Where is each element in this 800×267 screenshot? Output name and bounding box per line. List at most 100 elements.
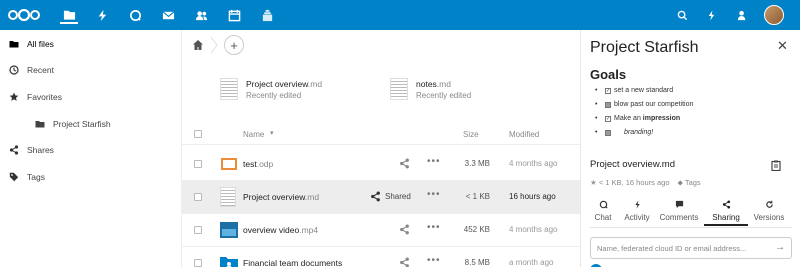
row-checkbox[interactable] (194, 259, 202, 267)
tab-comments[interactable]: Comments (657, 200, 701, 226)
favorite-star-icon[interactable]: ★ (590, 178, 597, 187)
name-column-header[interactable]: Name (243, 130, 264, 139)
talk-app-icon[interactable] (126, 6, 144, 24)
contacts-app-icon[interactable] (192, 6, 210, 24)
row-checkbox[interactable] (194, 160, 202, 168)
user-avatar[interactable] (764, 5, 784, 25)
row-checkbox[interactable] (194, 193, 202, 201)
share-icon (704, 200, 748, 211)
file-size: 8.5 MB (464, 258, 490, 267)
recent-file-card[interactable]: notes.md Recently edited (390, 76, 550, 106)
arrow-right-icon[interactable]: → (775, 242, 785, 253)
more-actions-icon[interactable]: ••• (427, 222, 441, 233)
file-row[interactable]: Financial team documents ••• 8.5 MB a mo… (182, 247, 580, 267)
tab-versions[interactable]: Versions (747, 200, 791, 226)
sidebar-item-all-files[interactable]: All files (0, 31, 181, 57)
recent-file-subtitle: Recently edited (416, 91, 472, 100)
share-search-input[interactable]: Name, federated cloud ID or email addres… (590, 237, 792, 259)
sidebar-item-favorites[interactable]: Favorites (0, 84, 181, 110)
file-size: 452 KB (463, 225, 490, 234)
notifications-icon[interactable] (703, 7, 719, 23)
group-folder-icon (220, 257, 238, 267)
more-actions-icon[interactable]: ••• (427, 189, 441, 200)
details-sidebar: Project Starfish ✕ Goals • ✓ set a new s… (580, 30, 800, 267)
todo-item[interactable]: • branding! (595, 129, 653, 136)
tab-activity[interactable]: Activity (615, 200, 659, 226)
file-modified: 4 months ago (509, 225, 558, 234)
file-table-header: Name ▾ Size Modified (182, 123, 580, 145)
sidebar-item-label: Shares (27, 145, 54, 155)
sidebar-item-label: Project Starfish (53, 119, 111, 129)
file-row[interactable]: test.odp ••• 3.3 MB 4 months ago (182, 148, 580, 181)
close-icon[interactable]: ✕ (777, 38, 788, 54)
document-thumbnail (220, 187, 236, 207)
file-details-meta: ★ < 1 KB, 16 hours ago ⬥ Tags (590, 178, 701, 187)
folder-icon (8, 39, 19, 50)
tag-icon (8, 172, 19, 183)
file-name: Financial team documents (243, 258, 343, 267)
recent-file-card[interactable]: Project overview.md Recently edited (220, 76, 380, 106)
clipboard-icon[interactable] (771, 160, 781, 171)
sidebar-item-tags[interactable]: Tags (0, 164, 181, 190)
bullet-icon: • (595, 115, 598, 122)
activity-app-icon[interactable] (93, 6, 111, 24)
shared-label[interactable]: Shared (385, 192, 411, 201)
activity-icon (615, 200, 659, 211)
search-icon[interactable] (674, 7, 690, 23)
file-modified: 16 hours ago (509, 192, 556, 201)
files-app-icon[interactable] (60, 6, 78, 24)
comments-icon (657, 200, 701, 211)
recent-file-subtitle: Recently edited (246, 91, 302, 100)
breadcrumb-separator (210, 36, 218, 54)
deck-app-icon[interactable] (258, 6, 276, 24)
checkbox-icon[interactable] (605, 101, 611, 108)
more-actions-icon[interactable]: ••• (427, 255, 441, 266)
share-icon (8, 145, 19, 156)
tabs-divider (590, 227, 792, 228)
contacts-menu-icon[interactable] (734, 7, 750, 23)
nextcloud-logo[interactable] (7, 9, 41, 21)
more-actions-icon[interactable]: ••• (427, 156, 441, 167)
document-thumbnail (220, 78, 238, 100)
share-icon[interactable] (399, 224, 410, 235)
share-icon[interactable] (399, 257, 410, 267)
modified-column-header[interactable]: Modified (509, 130, 539, 139)
file-name: test.odp (243, 159, 274, 169)
share-icon[interactable] (399, 158, 410, 169)
todo-item[interactable]: • blow past our competition (595, 101, 693, 108)
new-file-button[interactable]: + (224, 35, 244, 55)
calendar-app-icon[interactable] (225, 6, 243, 24)
home-breadcrumb-icon[interactable] (192, 39, 204, 51)
sidebar-item-shares[interactable]: Shares (0, 137, 181, 163)
checkbox-checked-icon[interactable]: ✓ (605, 115, 611, 122)
checkbox-checked-icon[interactable]: ✓ (605, 87, 611, 94)
select-all-checkbox[interactable] (194, 130, 202, 138)
sidebar-item-recent[interactable]: Recent (0, 57, 181, 83)
readme-heading: Goals (590, 67, 627, 82)
shared-icon[interactable] (370, 191, 381, 202)
mail-app-icon[interactable] (159, 6, 177, 24)
sidebar-item-project-starfish[interactable]: Project Starfish (0, 111, 181, 137)
todo-item[interactable]: • ✓ Make an impression (595, 115, 680, 122)
versions-icon (747, 200, 791, 211)
checkbox-icon[interactable] (605, 129, 611, 136)
file-details-title: Project overview.md (590, 159, 676, 170)
file-modified: 4 months ago (509, 159, 558, 168)
todo-item[interactable]: • ✓ set a new standard (595, 87, 673, 94)
top-bar (0, 0, 800, 30)
file-row[interactable]: overview video.mp4 ••• 452 KB 4 months a… (182, 214, 580, 247)
bullet-icon: • (595, 129, 598, 136)
file-modified: a month ago (509, 258, 554, 267)
sidebar-item-label: Favorites (27, 92, 62, 102)
size-column-header[interactable]: Size (463, 130, 479, 139)
tab-sharing[interactable]: Sharing (704, 200, 748, 226)
file-name: Project overview.md (243, 192, 320, 202)
file-row-selected[interactable]: Project overview.md Shared ••• < 1 KB 16… (182, 181, 580, 214)
panel-title: Project Starfish (590, 39, 699, 56)
row-checkbox[interactable] (194, 226, 202, 234)
tag-icon[interactable]: ⬥ (678, 178, 683, 187)
sidebar-item-label: Tags (27, 172, 45, 182)
plus-icon: + (230, 37, 238, 53)
bullet-icon: • (595, 101, 598, 108)
sort-caret-icon[interactable]: ▾ (270, 129, 274, 137)
